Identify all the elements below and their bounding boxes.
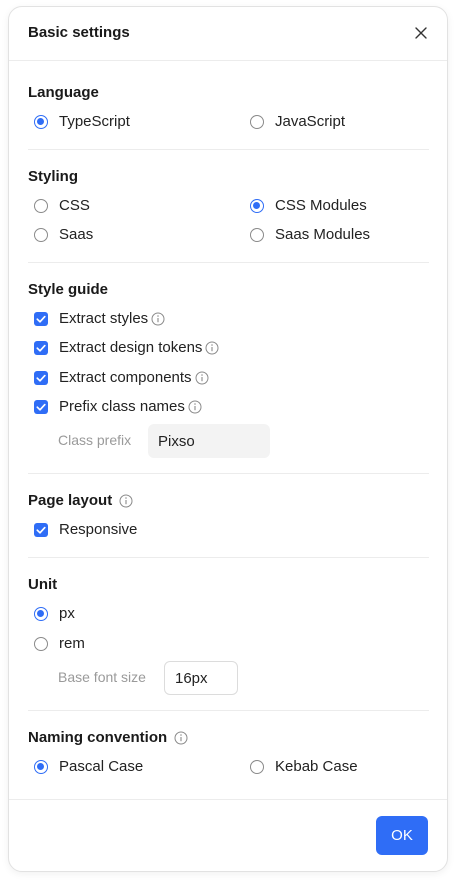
radio-selected-icon — [34, 114, 48, 129]
base-font-size-input[interactable]: 16px — [164, 661, 238, 695]
radio-kebab-case[interactable]: Kebab Case — [250, 758, 358, 775]
checkbox-checked-icon — [34, 311, 48, 326]
option-label: Extract components — [59, 369, 192, 386]
radio-unselected-icon — [34, 198, 48, 213]
radio-unselected-icon — [250, 114, 264, 129]
radio-css-modules[interactable]: CSS Modules — [250, 197, 367, 214]
style-guide-section-title: Style guide — [28, 281, 109, 298]
option-label: rem — [59, 635, 85, 652]
page-layout-section-title: Page layout — [28, 492, 133, 509]
checkbox-extract-styles[interactable]: Extract styles — [34, 310, 165, 327]
footer-divider — [9, 799, 447, 800]
naming-convention-section-title: Naming convention — [28, 729, 188, 746]
radio-unselected-icon — [34, 636, 48, 651]
checkbox-checked-icon — [34, 340, 48, 355]
dialog-title: Basic settings — [28, 24, 130, 41]
checkbox-checked-icon — [34, 370, 48, 385]
option-label: px — [59, 605, 75, 622]
basic-settings-dialog: Basic settings Language TypeScript JavaS… — [8, 6, 448, 872]
class-prefix-value: Pixso — [158, 432, 195, 450]
section-divider — [28, 473, 429, 474]
base-font-size-label: Base font size — [58, 669, 146, 685]
close-icon[interactable] — [413, 25, 429, 41]
checkbox-prefix-class-names[interactable]: Prefix class names — [34, 398, 202, 415]
class-prefix-input[interactable]: Pixso — [148, 424, 270, 458]
option-label: CSS Modules — [275, 197, 367, 214]
radio-selected-icon — [34, 759, 48, 774]
info-icon[interactable] — [151, 312, 165, 326]
unit-section-title: Unit — [28, 576, 58, 593]
option-label: Pascal Case — [59, 758, 144, 775]
section-divider — [28, 557, 429, 558]
checkbox-responsive[interactable]: Responsive — [34, 521, 137, 538]
option-label: Prefix class names — [59, 398, 185, 415]
radio-css[interactable]: CSS — [34, 197, 90, 214]
info-icon[interactable] — [195, 371, 209, 385]
option-label: Saas — [59, 226, 94, 243]
section-divider — [28, 262, 429, 263]
language-section-title: Language — [28, 84, 99, 101]
radio-javascript[interactable]: JavaScript — [250, 113, 345, 130]
option-label: CSS — [59, 197, 90, 214]
checkbox-extract-design-tokens[interactable]: Extract design tokens — [34, 339, 219, 356]
section-divider — [28, 710, 429, 711]
radio-px[interactable]: px — [34, 605, 75, 622]
radio-unselected-icon — [250, 759, 264, 774]
radio-unselected-icon — [250, 227, 264, 242]
info-icon[interactable] — [174, 731, 188, 745]
styling-section-title: Styling — [28, 168, 79, 185]
radio-selected-icon — [34, 606, 48, 621]
class-prefix-label: Class prefix — [58, 432, 132, 448]
info-icon[interactable] — [205, 341, 219, 355]
option-label: TypeScript — [59, 113, 130, 130]
option-label: Kebab Case — [275, 758, 358, 775]
checkbox-extract-components[interactable]: Extract components — [34, 369, 209, 386]
info-icon[interactable] — [188, 400, 202, 414]
ok-button[interactable]: OK — [376, 816, 428, 855]
radio-typescript[interactable]: TypeScript — [34, 113, 130, 130]
option-label: Extract styles — [59, 310, 149, 327]
option-label: Responsive — [59, 521, 138, 538]
radio-unselected-icon — [34, 227, 48, 242]
dialog-header: Basic settings — [9, 7, 447, 61]
radio-saas-modules[interactable]: Saas Modules — [250, 226, 370, 243]
radio-selected-icon — [250, 198, 264, 213]
base-font-size-value: 16px — [175, 669, 208, 687]
option-label: Saas Modules — [275, 226, 371, 243]
info-icon[interactable] — [119, 494, 133, 508]
radio-pascal-case[interactable]: Pascal Case — [34, 758, 143, 775]
checkbox-checked-icon — [34, 399, 48, 414]
section-divider — [28, 149, 429, 150]
checkbox-checked-icon — [34, 522, 48, 537]
option-label: JavaScript — [275, 113, 346, 130]
option-label: Extract design tokens — [59, 339, 203, 356]
radio-rem[interactable]: rem — [34, 635, 85, 652]
radio-saas[interactable]: Saas — [34, 226, 93, 243]
